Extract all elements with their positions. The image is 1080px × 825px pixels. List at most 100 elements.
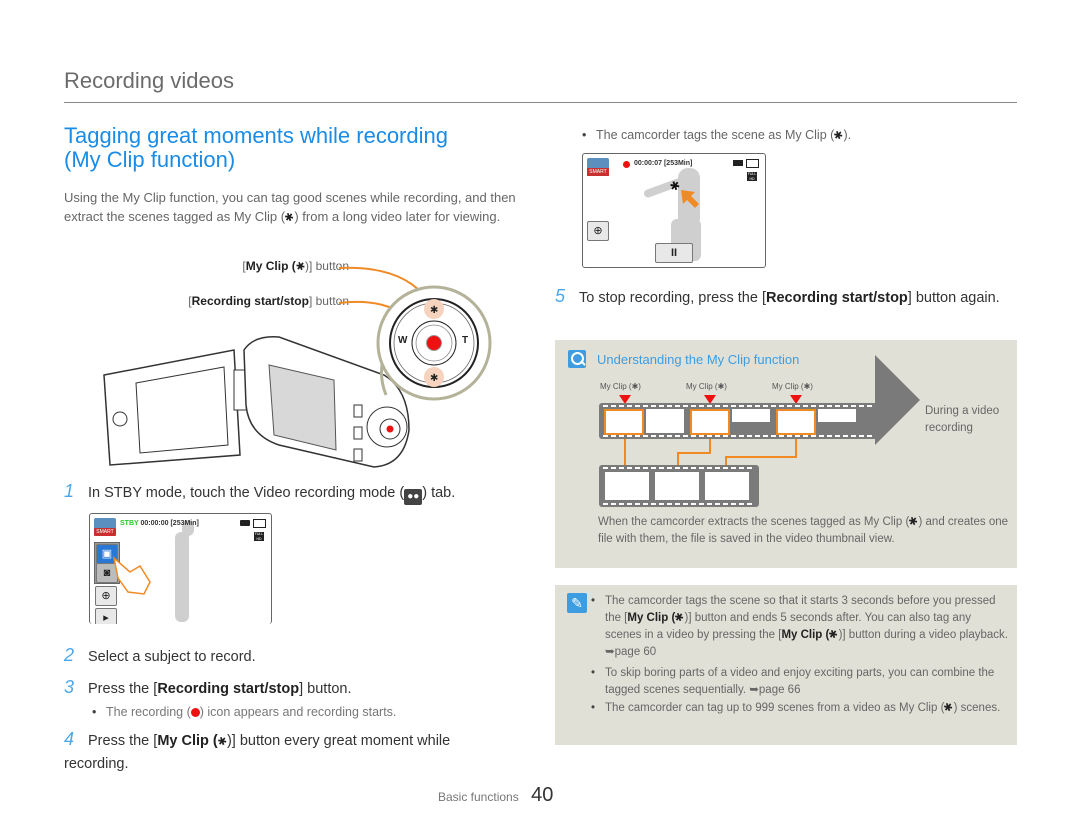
person-silhouette [175, 532, 189, 622]
camcorder-illustration: ✱ ✱ [103, 266, 492, 468]
intro-paragraph: Using the My Clip function, you can tag … [64, 188, 524, 228]
note-bold: My Clip ( [781, 629, 830, 641]
dial-t-label: T [462, 335, 469, 346]
note-text: To skip boring parts of a video and enjo… [605, 667, 995, 696]
svg-text:✱: ✱ [430, 305, 438, 316]
extracted-frame-2 [655, 472, 699, 500]
notes-box: ✎ • The camcorder tags the scene so that… [555, 585, 1017, 745]
record-button [426, 335, 442, 351]
step-text-b: ] button. [299, 681, 352, 697]
zoom-button[interactable]: ⊕ [587, 221, 609, 241]
card-icon [733, 160, 743, 166]
power-button [112, 411, 128, 427]
step-1: 1 In STBY mode, touch the Video recording… [64, 480, 524, 505]
mode-indicator: STBY [120, 520, 139, 527]
frame [818, 409, 856, 433]
step-text-a: In STBY mode, touch the Video recording … [88, 485, 405, 501]
frame [646, 409, 684, 433]
step-4: 4 Press the [My Clip (✱)] button every gr… [64, 728, 514, 775]
page-footer: Basic functions 40 [438, 784, 553, 807]
tag-bullet: • The camcorder tags the scene as My Clip… [582, 126, 851, 145]
tag-label-text: My Clip ( [600, 382, 632, 391]
frame-tagged-2 [690, 409, 730, 435]
step-number: 5 [555, 286, 566, 306]
step-text-b: ] button again. [907, 290, 1000, 306]
page-number: 40 [531, 784, 554, 806]
step-text-b: ) tab. [422, 485, 456, 501]
section-title: Recording videos [64, 68, 234, 93]
heading-line-1: Tagging great moments while recording [64, 123, 448, 148]
note-pencil-icon: ✎ [567, 593, 587, 613]
understanding-box: Understanding the My Clip function My Cl… [555, 340, 1017, 568]
note-item-1: • The camcorder tags the scene so that i… [591, 595, 1008, 658]
step-number: 1 [64, 481, 75, 501]
step-text-a: Press the [ [88, 733, 158, 749]
svg-text:✱: ✱ [430, 373, 438, 384]
step-bold: Recording start/stop [766, 290, 908, 306]
dial-w-label: W [398, 335, 408, 346]
quality-icon: FULL HD [254, 532, 264, 541]
tag-label-text: My Clip ( [772, 382, 804, 391]
caption-text-a: When the camcorder extracts the scenes t… [598, 516, 910, 528]
during-recording-label: During a video recording [925, 405, 1000, 434]
step-5: 5 To stop recording, press the [Recording… [555, 285, 1020, 309]
step-text-a: Press the [ [88, 681, 158, 697]
step-bold: My Clip ( [157, 733, 218, 749]
frame-tagged-1 [604, 409, 644, 435]
recording-dot-icon [623, 161, 630, 168]
timeline-arrowhead [875, 355, 920, 445]
heading-line-2: (My Clip function) [64, 147, 236, 172]
tag-label-2: My Clip (✱) [686, 382, 727, 391]
connector [709, 439, 711, 453]
step-bold: Recording start/stop [157, 681, 300, 697]
tag-label-end: ) [810, 382, 813, 391]
connector [677, 452, 711, 454]
extracted-frame-3 [705, 472, 749, 500]
tag-label-end: ) [724, 382, 727, 391]
step-text-a: To stop recording, press the [ [579, 290, 766, 306]
step-number: 3 [64, 677, 75, 697]
extracted-frame-1 [605, 472, 649, 500]
step-3-bullet: • The recording () icon appears and recor… [92, 705, 397, 719]
battery-icon [253, 519, 266, 528]
battery-icon [746, 159, 759, 168]
understanding-caption: When the camcorder extracts the scenes t… [598, 514, 1008, 548]
smart-badge: SMART [94, 528, 116, 536]
pause-button[interactable]: II [655, 243, 693, 263]
stby-screen: SMART STBY 00:00:00 [253Min] FULL HD ▣ ◙… [89, 513, 272, 624]
recording-filmstrip [599, 403, 877, 439]
tag-label-3: My Clip (✱) [772, 382, 813, 391]
intro-text-b: ) from a long video later for viewing. [294, 209, 501, 224]
step-number: 4 [64, 729, 75, 749]
magnifier-icon [568, 350, 586, 368]
page-heading: Tagging great moments while recording (M… [64, 124, 524, 172]
card-icon [240, 520, 250, 526]
camcorder-figure: [My Clip (✱)] button [Recording start/st… [64, 255, 524, 470]
note-text: ) scenes. [953, 702, 1001, 714]
understanding-title: Understanding the My Clip function [597, 352, 800, 367]
recording-screen: SMART 00:00:07 [253Min] FULL HD ✱ ⊕ II [582, 153, 766, 268]
note-text: The camcorder can tag up to 999 scenes f… [605, 702, 945, 714]
recording-dot-icon [190, 708, 200, 717]
smart-badge: SMART [587, 168, 609, 176]
frame-tagged-3 [776, 409, 816, 435]
bullet-text-a: The camcorder tags the scene as My Clip … [596, 128, 835, 142]
connector [624, 439, 626, 466]
recording-time: 00:00:07 [253Min] [634, 160, 693, 167]
step-text: Select a subject to record. [88, 649, 256, 665]
bullet-text-a: The recording ( [106, 705, 191, 719]
video-mode-icon: ●● [404, 489, 423, 505]
tag-label-1: My Clip (✱) [600, 382, 641, 391]
note-bold: My Clip ( [627, 612, 676, 624]
tag-label-end: ) [638, 382, 641, 391]
frame [732, 409, 770, 433]
bullet-text-b: ) icon appears and recording starts. [199, 705, 397, 719]
hand-pointer-icon [112, 555, 151, 595]
connector [795, 439, 797, 457]
note-item-3: • The camcorder can tag up to 999 scenes… [591, 700, 1010, 717]
playback-button[interactable]: ▸ [95, 608, 117, 624]
status-line: STBY 00:00:00 [253Min] [120, 520, 199, 527]
step-3: 3 Press the [Recording start/stop] button… [64, 676, 352, 700]
extracted-filmstrip [599, 465, 759, 507]
note-item-2: • To skip boring parts of a video and en… [591, 667, 995, 696]
